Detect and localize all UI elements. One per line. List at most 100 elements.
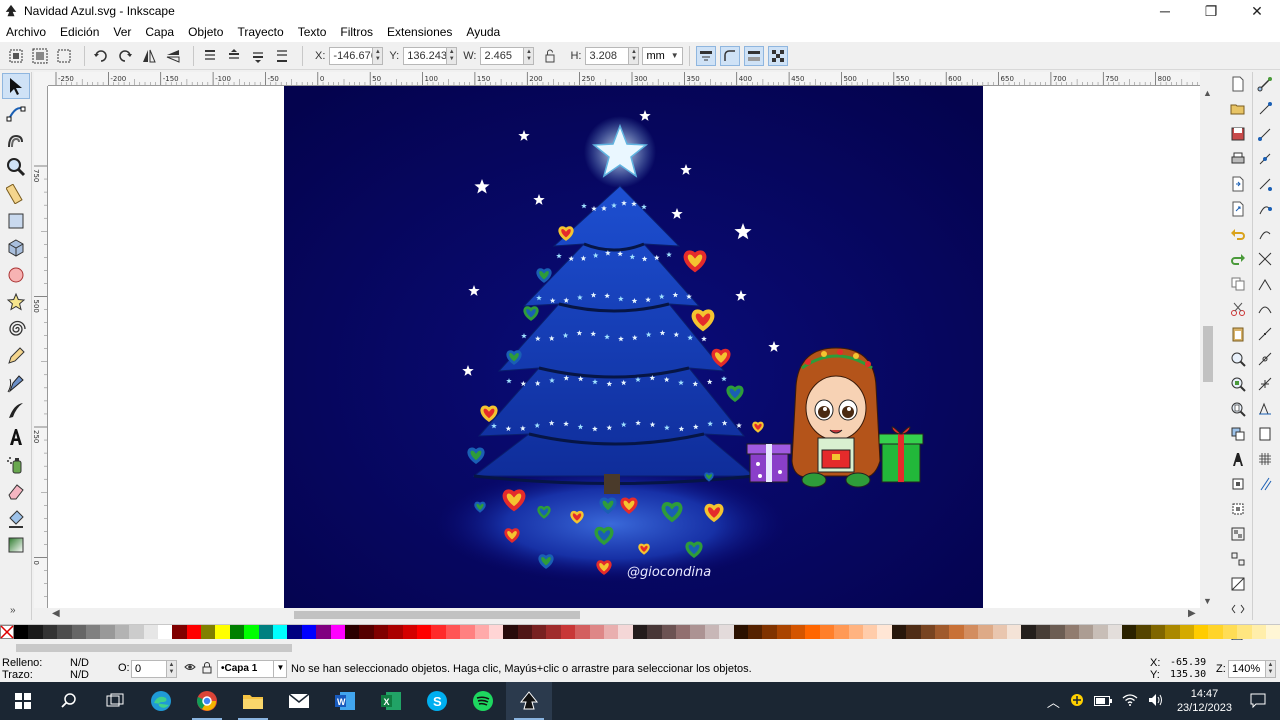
palette-swatch[interactable] — [1208, 625, 1223, 639]
palette-swatch[interactable] — [1136, 625, 1151, 639]
snap-cusp-icon[interactable] — [1254, 273, 1276, 295]
vertical-scroll-thumb[interactable] — [1203, 326, 1213, 382]
palette-swatch[interactable] — [819, 625, 835, 639]
palette-swatch[interactable] — [1050, 625, 1065, 639]
palette-swatch[interactable] — [301, 625, 317, 639]
update-icon[interactable] — [1070, 693, 1084, 710]
snap-intersections-icon[interactable] — [1254, 248, 1276, 270]
palette-swatch[interactable] — [1222, 625, 1238, 639]
cut-icon[interactable] — [1227, 298, 1249, 320]
eraser-tool[interactable] — [2, 478, 30, 504]
zoom-spinner[interactable]: ▲ ▼ — [1266, 660, 1276, 678]
zoom-page-icon[interactable] — [1227, 398, 1249, 420]
raise-icon[interactable] — [224, 46, 244, 66]
menu-archivo[interactable]: Archivo — [6, 25, 46, 39]
node-tool[interactable] — [2, 100, 30, 126]
palette-swatch[interactable] — [733, 625, 748, 639]
x-input[interactable]: -146.676 — [329, 46, 374, 65]
palette-swatch[interactable] — [344, 625, 360, 639]
palette-swatch[interactable] — [402, 625, 417, 639]
palette-swatch[interactable] — [791, 625, 806, 639]
ungroup-icon[interactable] — [1227, 548, 1249, 570]
scroll-right-icon[interactable]: ▶ — [1188, 608, 1196, 619]
raise-to-top-icon[interactable] — [200, 46, 220, 66]
edge-icon[interactable] — [138, 682, 184, 720]
snap-text-baseline-icon[interactable] — [1254, 398, 1276, 420]
palette-swatch[interactable] — [157, 625, 173, 639]
spiral-tool[interactable] — [2, 316, 30, 342]
menu-ayuda[interactable]: Ayuda — [466, 25, 500, 39]
palette-swatch[interactable] — [388, 625, 403, 639]
palette-swatch[interactable] — [776, 625, 792, 639]
palette-swatch[interactable] — [517, 625, 533, 639]
color-palette[interactable] — [0, 624, 1280, 639]
horizontal-scroll-thumb[interactable] — [294, 611, 580, 619]
notifications-icon[interactable] — [1250, 692, 1266, 711]
vertical-scrollbar[interactable]: ▲ ▼ — [1200, 86, 1216, 608]
volume-icon[interactable] — [1148, 693, 1164, 710]
horizontal-ruler[interactable]: -250 -200 -150 -100 -50 0 50 100 150 200 250 300 350… — [48, 72, 1200, 86]
palette-swatch[interactable] — [201, 625, 216, 639]
xml-editor-icon[interactable] — [1227, 598, 1249, 620]
palette-swatch[interactable] — [1064, 625, 1079, 639]
w-input[interactable]: 2.465 — [480, 46, 525, 65]
minimize-button[interactable]: ─ — [1142, 0, 1188, 22]
print-icon[interactable] — [1227, 148, 1249, 170]
text-tool[interactable] — [2, 424, 30, 450]
palette-swatch[interactable] — [920, 625, 935, 639]
palette-swatch[interactable] — [1265, 625, 1280, 639]
deselect-icon[interactable] — [54, 46, 74, 66]
scroll-up-icon[interactable]: ▲ — [1203, 88, 1212, 98]
artwork[interactable]: @giocondina — [284, 86, 983, 608]
menu-objeto[interactable]: Objeto — [188, 25, 223, 39]
palette-swatch[interactable] — [834, 625, 849, 639]
expand-toolbox-icon[interactable]: » — [10, 605, 16, 616]
palette-swatch[interactable] — [445, 625, 461, 639]
snap-page-border-icon[interactable] — [1254, 423, 1276, 445]
canvas[interactable]: @giocondina — [48, 86, 1200, 608]
inkscape-icon[interactable] — [506, 682, 552, 720]
duplicate-icon[interactable] — [1227, 423, 1249, 445]
snap-paths-icon[interactable] — [1254, 223, 1276, 245]
palette-swatch[interactable] — [1006, 625, 1022, 639]
windows-start-icon[interactable] — [0, 682, 46, 720]
lock-proportions-icon[interactable] — [540, 46, 560, 66]
palette-swatch[interactable] — [85, 625, 101, 639]
paste-icon[interactable] — [1227, 323, 1249, 345]
mail-icon[interactable] — [276, 682, 322, 720]
palette-swatch[interactable] — [949, 625, 964, 639]
w-spinner[interactable]: ▲ ▼ — [524, 46, 535, 65]
palette-swatch[interactable] — [848, 625, 864, 639]
save-icon[interactable] — [1227, 123, 1249, 145]
measure-tool[interactable] — [2, 181, 30, 207]
palette-swatch[interactable] — [273, 625, 288, 639]
palette-swatch[interactable] — [935, 625, 950, 639]
chrome-icon[interactable] — [184, 682, 230, 720]
palette-swatch[interactable] — [575, 625, 590, 639]
snap-object-center-icon[interactable] — [1254, 348, 1276, 370]
task-view-icon[interactable] — [92, 682, 138, 720]
palette-swatch[interactable] — [1093, 625, 1108, 639]
palette-swatch[interactable] — [661, 625, 676, 639]
excel-icon[interactable]: X — [368, 682, 414, 720]
selector-tool[interactable] — [2, 73, 30, 99]
wifi-icon[interactable] — [1122, 693, 1138, 709]
pencil-tool[interactable] — [2, 343, 30, 369]
snap-bbox-corners-icon[interactable] — [1254, 148, 1276, 170]
palette-swatch[interactable] — [647, 625, 662, 639]
palette-swatch[interactable] — [1179, 625, 1195, 639]
palette-swatch[interactable] — [632, 625, 648, 639]
layer-dropdown-chevron-icon[interactable]: ▼ — [273, 660, 287, 678]
palette-swatch[interactable] — [215, 625, 230, 639]
palette-swatch[interactable] — [330, 625, 345, 639]
x-spinner[interactable]: ▲ ▼ — [373, 46, 384, 65]
y-spinner[interactable]: ▲ ▼ — [447, 46, 458, 65]
rotate-cw-icon[interactable] — [115, 46, 135, 66]
new-document-icon[interactable] — [1227, 73, 1249, 95]
palette-scroll-thumb[interactable] — [16, 644, 292, 652]
palette-swatch[interactable] — [992, 625, 1007, 639]
clone-icon[interactable] — [1227, 473, 1249, 495]
palette-swatch[interactable] — [1150, 625, 1166, 639]
export-icon[interactable] — [1227, 198, 1249, 220]
palette-swatch[interactable] — [287, 625, 302, 639]
